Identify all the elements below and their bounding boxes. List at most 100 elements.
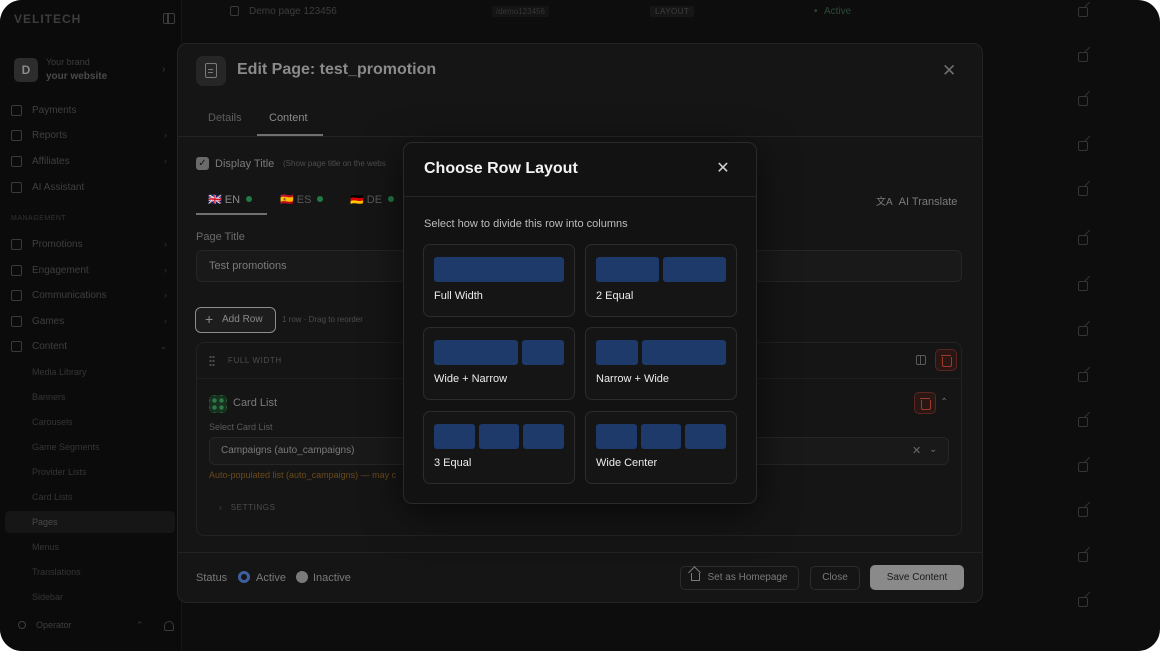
- ai-translate-button[interactable]: 文A AI Translate: [876, 193, 957, 208]
- content-icon: [11, 340, 22, 352]
- drag-handle-icon[interactable]: [209, 355, 215, 366]
- layout-option-label: 3 Equal: [434, 457, 472, 469]
- chevron-down-icon: ⌄: [159, 340, 167, 351]
- sidebar-item-engagement[interactable]: Engagement ›: [11, 261, 171, 279]
- column-block: [434, 340, 518, 365]
- status-dot: [246, 196, 253, 202]
- columns-icon[interactable]: [916, 355, 926, 365]
- affiliates-icon: [11, 155, 22, 167]
- bell-icon[interactable]: [164, 621, 174, 631]
- column-block: [596, 340, 638, 365]
- translate-icon: 文A: [876, 197, 893, 208]
- column-block: [663, 257, 726, 282]
- table-row[interactable]: Demo page 123456 /demo123456 LAYOUT • Ac…: [186, 4, 1160, 26]
- tab-details[interactable]: Details: [208, 112, 242, 124]
- layout-preview: [596, 424, 727, 449]
- chevron-up-icon[interactable]: ⌃: [136, 620, 144, 631]
- page-title-label: Page Title: [196, 231, 245, 243]
- row-count: 1 row · Drag to reorder: [282, 315, 363, 324]
- status-radio-active[interactable]: [238, 571, 250, 583]
- settings-toggle[interactable]: › SETTINGS: [219, 503, 276, 512]
- edit-icon[interactable]: [1078, 141, 1088, 151]
- edit-icon[interactable]: [1078, 186, 1088, 196]
- column-block: [434, 257, 564, 282]
- edit-icon[interactable]: [1078, 7, 1088, 17]
- status-dot: [317, 196, 324, 202]
- sidebar-item-games[interactable]: Games ›: [11, 312, 171, 330]
- sidebar-toggle-icon[interactable]: [163, 13, 175, 24]
- delete-block-button[interactable]: [914, 392, 936, 414]
- sidebar-item-affiliates[interactable]: Affiliates ›: [11, 152, 171, 170]
- sidebar-item-ai-assistant[interactable]: AI Assistant: [11, 178, 171, 196]
- layout-option-full-width[interactable]: Full Width: [423, 244, 575, 317]
- tab-content[interactable]: Content: [269, 112, 308, 124]
- edit-icon[interactable]: [1078, 96, 1088, 106]
- edit-icon[interactable]: [1078, 417, 1088, 427]
- sidebar-subitem-game-segments[interactable]: Game Segments: [32, 442, 100, 452]
- chevron-right-icon: ›: [164, 239, 167, 249]
- layout-option-2-equal[interactable]: 2 Equal: [585, 244, 737, 317]
- sidebar-subitem-media-library[interactable]: Media Library: [32, 367, 87, 377]
- sidebar-subitem-sidebar[interactable]: Sidebar: [32, 592, 63, 602]
- lang-tab-de[interactable]: 🇩🇪 DE: [350, 193, 395, 206]
- chevron-right-icon: ›: [164, 316, 167, 326]
- sidebar-item-payments[interactable]: Payments: [11, 101, 171, 119]
- tabs-divider: [178, 136, 982, 137]
- chevron-right-icon: ›: [164, 156, 167, 166]
- sidebar-item-promotions[interactable]: Promotions ›: [11, 235, 171, 253]
- edit-icon[interactable]: [1078, 52, 1088, 62]
- status-radio-inactive[interactable]: [296, 571, 308, 583]
- clear-icon[interactable]: ✕: [912, 444, 921, 457]
- layout-option-3-equal[interactable]: 3 Equal: [423, 411, 575, 484]
- chevron-right-icon: ›: [164, 265, 167, 275]
- layout-option-narrow-wide[interactable]: Narrow + Wide: [585, 327, 737, 400]
- home-icon: [691, 573, 701, 581]
- edit-icon[interactable]: [1078, 372, 1088, 382]
- close-button[interactable]: Close: [810, 566, 860, 590]
- display-title-label: Display Title: [215, 158, 275, 170]
- edit-icon[interactable]: [1078, 326, 1088, 336]
- layout-option-wide-center[interactable]: Wide Center: [585, 411, 737, 484]
- sidebar-subitem-menus[interactable]: Menus: [32, 542, 59, 552]
- communications-icon: [11, 289, 22, 301]
- row-layout-label: FULL WIDTH: [228, 356, 282, 365]
- sidebar-item-content[interactable]: Content ⌄: [11, 337, 171, 355]
- footer-divider: [178, 552, 982, 553]
- edit-icon[interactable]: [1078, 462, 1088, 472]
- close-icon[interactable]: ✕: [942, 62, 956, 80]
- sidebar-item-reports[interactable]: Reports ›: [11, 126, 171, 144]
- chevron-down-icon[interactable]: ⌄: [929, 444, 937, 455]
- brand-site: your website: [46, 71, 108, 82]
- sidebar-section-label: MANAGEMENT: [11, 215, 67, 222]
- lang-tab-en[interactable]: 🇬🇧 EN: [208, 193, 253, 206]
- operator-switch[interactable]: Operator: [18, 620, 72, 630]
- delete-row-button[interactable]: [935, 349, 957, 371]
- edit-icon[interactable]: [1078, 597, 1088, 607]
- sidebar-subitem-carousels[interactable]: Carousels: [32, 417, 73, 427]
- sidebar-subitem-provider-lists[interactable]: Provider Lists: [32, 467, 87, 477]
- edit-icon[interactable]: [1078, 281, 1088, 291]
- save-content-button[interactable]: Save Content: [870, 565, 964, 590]
- chevron-up-icon[interactable]: ⌃: [940, 397, 948, 408]
- sidebar-subitem-pages[interactable]: Pages: [5, 511, 175, 533]
- sidebar-subitem-translations[interactable]: Translations: [32, 567, 81, 577]
- display-title-checkbox[interactable]: ✓: [196, 157, 209, 170]
- set-homepage-button[interactable]: Set as Homepage: [680, 566, 799, 590]
- choose-row-layout-modal: Choose Row Layout ✕ Select how to divide…: [403, 142, 757, 504]
- auto-populated-note: Auto-populated list (auto_campaigns) — m…: [209, 470, 397, 480]
- sidebar-subitem-card-lists[interactable]: Card Lists: [32, 492, 73, 502]
- chevron-right-icon[interactable]: ›: [162, 64, 165, 75]
- edit-icon[interactable]: [1078, 552, 1088, 562]
- edit-icon[interactable]: [1078, 235, 1088, 245]
- sidebar-subitem-banners[interactable]: Banners: [32, 392, 66, 402]
- card-list-icon: [209, 395, 227, 413]
- sidebar-item-communications[interactable]: Communications ›: [11, 286, 171, 304]
- lang-tab-es[interactable]: 🇪🇸 ES: [280, 193, 324, 206]
- edit-icon[interactable]: [1078, 507, 1088, 517]
- modal-divider: [404, 196, 756, 197]
- brand-avatar[interactable]: D: [14, 58, 38, 82]
- layout-option-wide-narrow[interactable]: Wide + Narrow: [423, 327, 575, 400]
- column-block: [596, 257, 659, 282]
- close-icon[interactable]: ✕: [715, 161, 731, 177]
- add-row-button[interactable]: + Add Row: [195, 307, 276, 333]
